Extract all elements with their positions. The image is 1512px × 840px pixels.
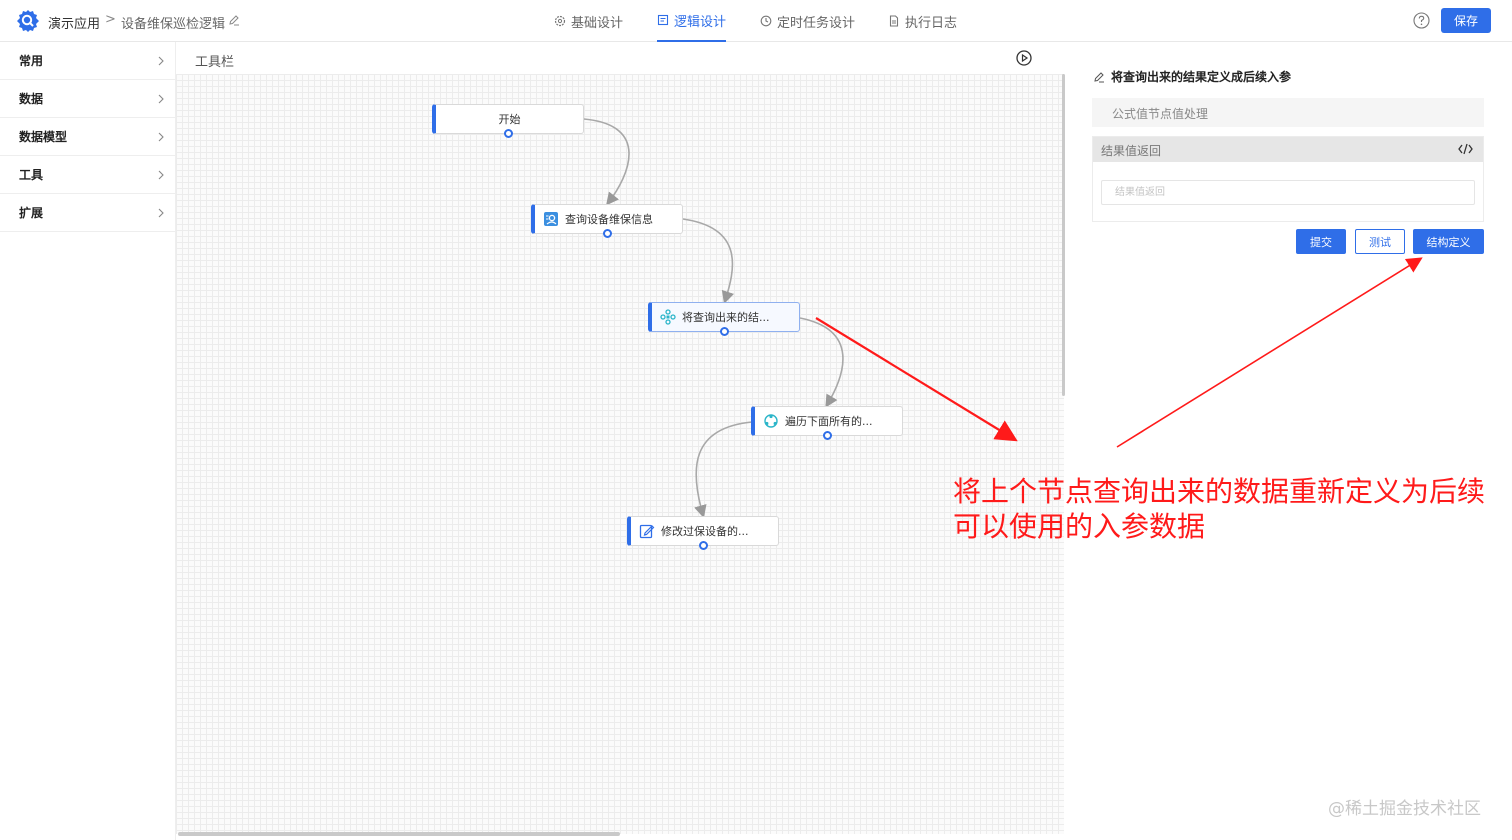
chevron-right-icon: [158, 132, 164, 142]
submit-button[interactable]: 提交: [1296, 229, 1346, 254]
canvas-toolbar: 工具栏: [176, 42, 1064, 74]
result-return-header: 结果值返回: [1093, 137, 1483, 162]
edit-icon: [639, 524, 655, 539]
test-button[interactable]: 测试: [1355, 229, 1405, 254]
top-bar: 演示应用 > 设备维保巡检逻辑 基础设计 逻辑设计 定时任务设计 执行日志 保存: [0, 0, 1512, 42]
result-label: 结果值返回: [1101, 144, 1162, 158]
sidebar-item-extensions[interactable]: 扩展: [0, 194, 175, 232]
sidebar-item-tools[interactable]: 工具: [0, 156, 175, 194]
sidebar-item-label: 扩展: [19, 206, 44, 220]
sidebar-item-data[interactable]: 数据: [0, 80, 175, 118]
page-title: 设备维保巡检逻辑: [121, 17, 226, 32]
sidebar-item-label: 数据: [19, 92, 44, 106]
tab-label: 执行日志: [905, 15, 958, 31]
sidebar-item-label: 工具: [19, 168, 44, 182]
tab-label: 逻辑设计: [674, 14, 727, 30]
annotation-arrow: [1116, 257, 1423, 448]
canvas-vertical-scrollbar[interactable]: [1062, 74, 1065, 396]
node-output-port[interactable]: [699, 541, 708, 550]
document-icon: [657, 14, 669, 26]
sidebar-item-common[interactable]: 常用: [0, 42, 175, 80]
result-return-input[interactable]: [1101, 180, 1475, 205]
tab-label: 基础设计: [571, 15, 624, 31]
node-output-port[interactable]: [504, 129, 513, 138]
gear-icon: [554, 15, 566, 27]
sidebar-item-label: 数据模型: [19, 130, 68, 144]
help-icon[interactable]: [1413, 12, 1430, 29]
panel-title: 将查询出来的结果定义成后续入参: [1111, 70, 1292, 84]
tab-label: 定时任务设计: [777, 15, 856, 31]
node-output-port[interactable]: [720, 327, 729, 336]
file-icon: [889, 15, 899, 27]
chevron-right-icon: [158, 170, 164, 180]
node-label: 查询设备维保信息: [565, 213, 653, 226]
formula-label: 公式值节点值处理: [1112, 107, 1209, 121]
tab-execution-log[interactable]: 执行日志: [888, 0, 957, 42]
chevron-right-icon: [158, 56, 164, 66]
canvas-horizontal-scrollbar[interactable]: [178, 832, 620, 836]
toolbar-label: 工具栏: [195, 55, 235, 70]
sidebar-item-data-model[interactable]: 数据模型: [0, 118, 175, 156]
flow-canvas[interactable]: [176, 74, 1064, 834]
save-button[interactable]: 保存: [1441, 8, 1491, 33]
play-icon[interactable]: [1016, 50, 1032, 66]
app-logo-icon[interactable]: [16, 9, 40, 33]
query-icon: [544, 212, 558, 226]
structure-definition-button[interactable]: 结构定义: [1413, 229, 1484, 254]
sidebar-item-label: 常用: [19, 54, 44, 68]
code-icon[interactable]: [1458, 142, 1473, 156]
chevron-right-icon: [158, 208, 164, 218]
node-config-title: 将查询出来的结果定义成后续入参: [1093, 68, 1291, 85]
node-label: 将查询出来的结...: [682, 311, 770, 324]
clock-icon: [760, 15, 772, 27]
tab-logic-design[interactable]: 逻辑设计: [657, 0, 727, 42]
node-output-port[interactable]: [823, 431, 832, 440]
node-label: 开始: [498, 113, 521, 126]
watermark: @稀土掘金技术社区: [1328, 799, 1481, 819]
annotation-text: 将上个节点查询出来的数据重新定义为后续可以使用的入参数据: [953, 475, 1486, 543]
node-output-port[interactable]: [603, 229, 612, 238]
component-sidebar: 常用 数据 数据模型 工具 扩展: [0, 42, 176, 840]
edit-icon[interactable]: [1093, 71, 1105, 83]
loop-icon: [764, 414, 778, 428]
rename-icon[interactable]: [228, 14, 240, 26]
chevron-right-icon: [158, 94, 164, 104]
tab-basic-design[interactable]: 基础设计: [554, 0, 623, 42]
app-name[interactable]: 演示应用: [48, 13, 100, 32]
formula-node-section[interactable]: 公式值节点值处理: [1092, 98, 1484, 127]
result-return-section: 结果值返回: [1092, 136, 1484, 222]
breadcrumb-separator: >: [105, 12, 116, 27]
node-label: 遍历下面所有的...: [785, 415, 873, 428]
transform-icon: [660, 309, 676, 325]
node-label: 修改过保设备的...: [661, 525, 749, 538]
tab-scheduled-task[interactable]: 定时任务设计: [760, 0, 855, 42]
